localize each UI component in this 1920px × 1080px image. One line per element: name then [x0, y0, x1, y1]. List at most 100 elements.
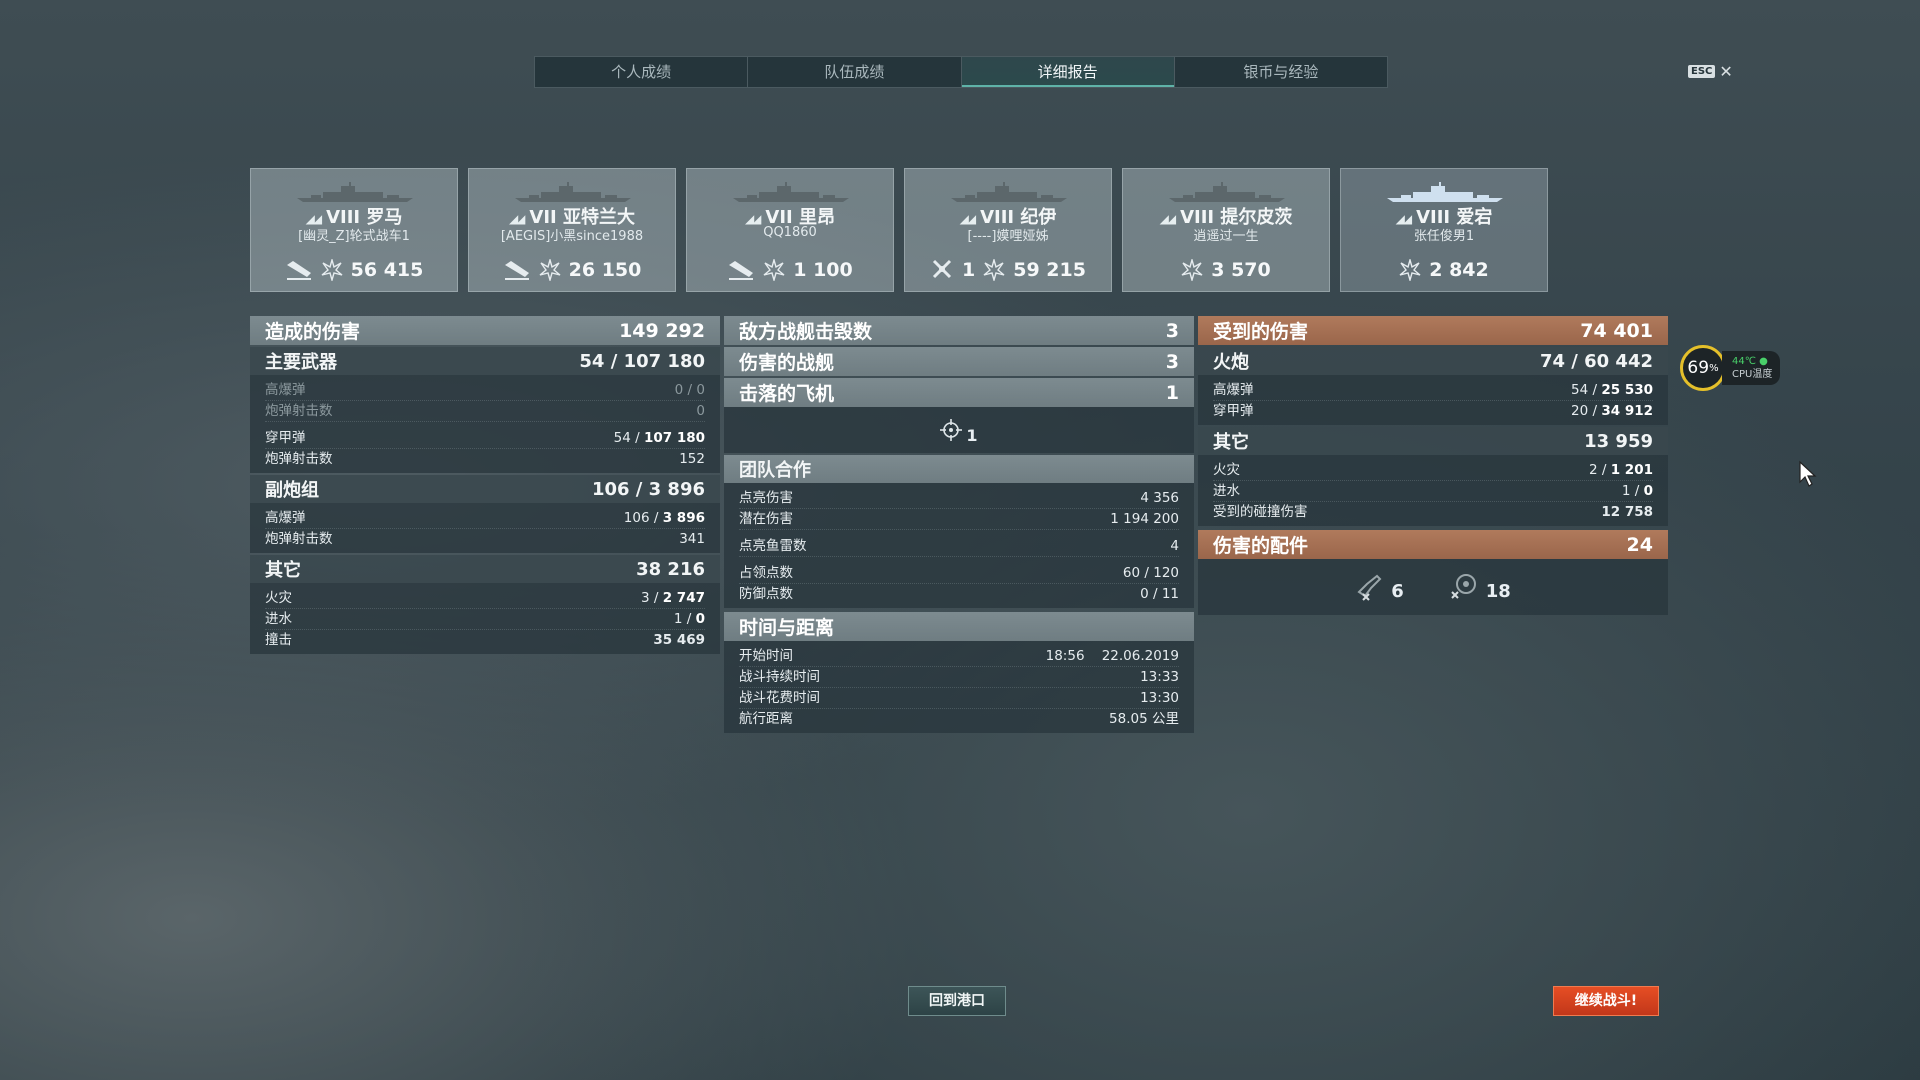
player-name: 张任俊男1	[1413, 229, 1475, 244]
modules-damaged-value: 24	[1626, 533, 1653, 556]
time-distance-rows: 开始时间 18:56 22.06.2019 战斗持续时间 13:33 战斗花费时间 1…	[724, 641, 1194, 733]
ship-sunk-icon	[504, 261, 529, 280]
tab-detailed-report[interactable]: 详细报告	[961, 57, 1175, 87]
gun-turret-icon	[1357, 574, 1382, 601]
return-to-port-button[interactable]: 回到港口	[908, 986, 1006, 1016]
damage-value: 1 100	[793, 259, 853, 281]
teamwork-header: 团队合作	[724, 455, 1194, 483]
damage-burst-icon	[1181, 259, 1203, 281]
ship-class-icon: ◢◢	[1395, 212, 1413, 226]
main-battery-value: 54 / 107 180	[579, 350, 705, 372]
table-row: 炮弹射击数 152	[265, 451, 705, 467]
tab-credits-xp[interactable]: 银币与经验	[1175, 57, 1387, 87]
ship-cards: ◢◢ VIII 罗马 [幽灵_Z]轮式战车1 56 415 ◢◢ VII 亚特兰大 …	[250, 168, 1548, 292]
table-row: 穿甲弹 54 / 107 180	[265, 428, 705, 449]
secondary-header: 副炮组 106 / 3 896	[250, 475, 720, 503]
planes-shot-value: 1	[1165, 381, 1179, 404]
gun-module-item: 6	[1355, 572, 1404, 602]
ship-silhouette-icon	[951, 182, 1067, 202]
ship-stats: 2 842	[1341, 259, 1547, 281]
ship-sunk-icon	[729, 261, 754, 280]
modules-damaged-ribbons: 6 18	[1198, 559, 1668, 615]
table-row: 进水 1 / 0	[265, 609, 705, 630]
ship-class-icon: ◢◢	[1159, 212, 1177, 226]
ships-destroyed-value: 3	[1165, 319, 1179, 342]
ship-card[interactable]: ◢◢ VIII 提尔皮茨 逍遥过一生 3 570	[1122, 168, 1330, 292]
table-row: 战斗持续时间 13:33	[739, 667, 1179, 688]
drop-icon: ●	[1759, 356, 1768, 367]
damage-value: 59 215	[1013, 259, 1086, 281]
ship-silhouette-icon	[297, 182, 413, 202]
secondary-rows: 高爆弹 106 / 3 896 炮弹射击数 341	[250, 503, 720, 553]
other-dealt-rows: 火灾 3 / 2 747 进水 1 / 0 撞击 35 469	[250, 583, 720, 654]
player-name: [AEGIS]小黑since1988	[500, 229, 644, 244]
modules-damaged-header: 伤害的配件 24	[1198, 530, 1668, 559]
planes-shot-ribbon: 1	[724, 407, 1194, 453]
table-row: 炮弹射击数 0	[265, 401, 705, 422]
teamwork-rows: 点亮伤害 4 356 潜在伤害 1 194 200 点亮鱼雷数 4 占领点数 60 / …	[724, 483, 1194, 608]
other-received-rows: 火灾 2 / 1 201 进水 1 / 0 受到的碰撞伤害 12 758	[1198, 455, 1668, 526]
tab-team[interactable]: 队伍成绩	[748, 57, 962, 87]
table-row: 火灾 2 / 1 201	[1213, 460, 1653, 481]
table-row: 航行距离 58.05 公里	[739, 711, 1179, 727]
table-row: 火灾 3 / 2 747	[265, 588, 705, 609]
close-icon: ✕	[1719, 62, 1733, 81]
artillery-value: 74 / 60 442	[1539, 350, 1653, 372]
table-row: 高爆弹 54 / 25 530	[1213, 380, 1653, 401]
table-row: 高爆弹 106 / 3 896	[265, 508, 705, 529]
other-dealt-value: 38 216	[636, 558, 705, 580]
ship-card[interactable]: ◢◢ VIII 爱宕 张任俊男1 2 842	[1340, 168, 1548, 292]
table-row: 防御点数 0 / 11	[739, 586, 1179, 602]
damage-value: 26 150	[568, 259, 642, 281]
artillery-rows: 高爆弹 54 / 25 530 穿甲弹 20 / 34 912	[1198, 375, 1668, 425]
ship-card[interactable]: ◢◢ VII 亚特兰大 [AEGIS]小黑since1988 26 150	[468, 168, 676, 292]
ship-card[interactable]: ◢◢ VIII 纪伊 [----]嫫哩娅姊 1 59 215	[904, 168, 1112, 292]
table-row: 潜在伤害 1 194 200	[739, 509, 1179, 530]
table-row: 受到的碰撞伤害 12 758	[1213, 504, 1653, 520]
ship-card[interactable]: ◢◢ VII 里昂 QQ1860 1 100	[686, 168, 894, 292]
player-name: QQ1860	[763, 225, 817, 240]
steering-gear-icon	[1451, 574, 1476, 599]
damage-burst-icon	[321, 259, 343, 281]
damage-burst-icon	[983, 259, 1005, 281]
damage-value: 56 415	[350, 259, 424, 281]
continue-battle-button[interactable]: 继续战斗!	[1553, 986, 1659, 1016]
player-name: [幽灵_Z]轮式战车1	[298, 229, 410, 244]
kill-count: 1	[962, 259, 976, 281]
damage-dealt-panel: 造成的伤害 149 292 主要武器 54 / 107 180 高爆弹 0 / 0…	[250, 316, 720, 654]
ship-stats: 3 570	[1123, 259, 1329, 281]
cpu-temperature-label: CPU温度	[1732, 369, 1773, 380]
table-row: 开始时间 18:56 22.06.2019	[739, 646, 1179, 667]
gun-module-count: 6	[1391, 581, 1404, 602]
other-received-value: 13 959	[1584, 430, 1653, 452]
damage-received-panel: 受到的伤害 74 401 火炮 74 / 60 442 高爆弹 54 / 25 53…	[1198, 316, 1668, 615]
ship-silhouette-icon	[1387, 182, 1503, 202]
ship-card[interactable]: ◢◢ VIII 罗马 [幽灵_Z]轮式战车1 56 415	[250, 168, 458, 292]
ships-damaged-header: 伤害的战舰 3	[724, 347, 1194, 376]
artillery-header: 火炮 74 / 60 442	[1198, 347, 1668, 375]
player-name: [----]嫫哩娅姊	[967, 229, 1049, 244]
table-row: 点亮伤害 4 356	[739, 488, 1179, 509]
damage-dealt-value: 149 292	[619, 319, 705, 342]
table-row: 穿甲弹 20 / 34 912	[1213, 403, 1653, 419]
damage-dealt-header: 造成的伤害 149 292	[250, 316, 720, 345]
table-row: 占领点数 60 / 120	[739, 563, 1179, 584]
ship-class-icon: ◢◢	[508, 212, 526, 226]
esc-key-badge: ESC	[1688, 65, 1716, 78]
ships-damaged-value: 3	[1165, 350, 1179, 373]
main-battery-rows: 高爆弹 0 / 0 炮弹射击数 0 穿甲弹 54 / 107 180 炮弹射击数 152	[250, 375, 720, 473]
planes-shot-header: 击落的飞机 1	[724, 378, 1194, 407]
ship-stats: 1 59 215	[905, 259, 1111, 281]
ship-class-icon: ◢◢	[744, 212, 762, 226]
ship-stats: 26 150	[469, 259, 675, 281]
close-button[interactable]: ESC ✕	[1688, 62, 1733, 81]
other-received-header: 其它 13 959	[1198, 427, 1668, 455]
steering-module-item: 18	[1448, 572, 1511, 602]
ship-silhouette-icon	[1169, 182, 1285, 202]
ship-stats: 56 415	[251, 259, 457, 281]
table-row: 战斗花费时间 13:30	[739, 688, 1179, 709]
tab-personal[interactable]: 个人成绩	[535, 57, 749, 87]
damage-burst-icon	[763, 259, 785, 281]
ship-silhouette-icon	[733, 182, 849, 202]
report-tabs: 个人成绩 队伍成绩 详细报告 银币与经验	[534, 56, 1388, 88]
